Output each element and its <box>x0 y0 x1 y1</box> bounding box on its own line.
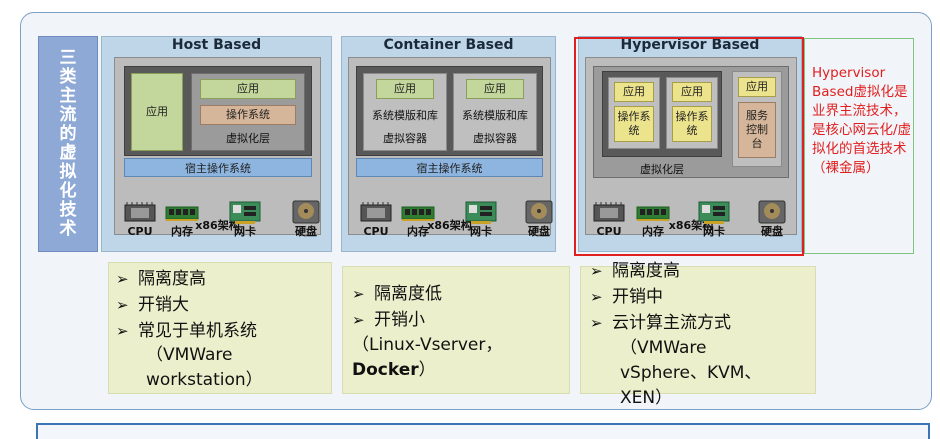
host-mem-label: 内存 <box>171 225 193 238</box>
hypervisor-example-3: XEN） <box>620 388 673 408</box>
host-mem: 内存 <box>162 199 202 238</box>
container-disk-label: 硬盘 <box>528 225 550 238</box>
host-example-1: （VMWare <box>146 345 233 365</box>
hypervisor-example-1: （VMWare <box>620 338 707 358</box>
container-based-title: Container Based <box>383 37 514 53</box>
container-nic-label: 网卡 <box>470 225 492 238</box>
arrow-icon: ➢ <box>116 322 129 340</box>
disk-icon <box>525 200 553 224</box>
cpu-icon <box>124 202 156 222</box>
hypervisor-bullet-3: ➢ 云计算主流方式 <box>590 313 731 333</box>
memory-icon <box>165 206 199 221</box>
arrow-icon: ➢ <box>590 314 603 332</box>
bottom-panel <box>36 423 930 439</box>
host-guest-stack: 应用 操作系统 虚拟化层 <box>191 73 305 151</box>
host-app-right: 应用 <box>200 79 296 99</box>
container-mem: 内存 <box>398 199 438 238</box>
arrow-icon: ➢ <box>352 311 365 329</box>
nic-icon <box>465 201 497 224</box>
host-vm-area: 应用 应用 操作系统 虚拟化层 <box>124 66 312 156</box>
container-cpu: CPU <box>356 199 396 238</box>
hypervisor-highlight-frame <box>574 37 804 256</box>
host-virt-layer: 虚拟化层 <box>226 132 270 145</box>
host-disk-label: 硬盘 <box>295 225 317 238</box>
memory-icon <box>401 206 435 221</box>
container-disk: 硬盘 <box>519 199 559 238</box>
host-based-title: Host Based <box>171 37 262 53</box>
container-1: 应用 系统模版和库 虚拟容器 <box>363 73 447 151</box>
container-mem-label: 内存 <box>407 225 429 238</box>
host-disk: 硬盘 <box>286 199 326 238</box>
cpu-icon <box>360 202 392 222</box>
arrow-icon: ➢ <box>116 296 129 314</box>
container-2-libs: 系统模版和库 <box>462 109 528 122</box>
host-cpu: CPU <box>120 199 160 238</box>
container-host-os-bar: 宿主操作系统 <box>356 158 543 177</box>
hypervisor-note: Hypervisor Based虚拟化是业界主流技术，是核心网云化/虚拟化的首选… <box>812 65 912 176</box>
arrow-icon: ➢ <box>590 262 603 280</box>
container-example-1: （Linux-Vserver， <box>352 335 503 355</box>
container-1-vc: 虚拟容器 <box>383 132 427 145</box>
host-os-bar: 宿主操作系统 <box>124 158 312 177</box>
container-cpu-label: CPU <box>363 225 389 238</box>
hypervisor-bullet-2: ➢ 开销中 <box>590 287 663 307</box>
host-bullet-2: ➢ 开销大 <box>116 295 189 315</box>
nic-icon <box>229 201 261 224</box>
container-2-vc: 虚拟容器 <box>473 132 517 145</box>
container-nic: 网卡 <box>461 199 501 238</box>
host-app-left: 应用 <box>131 73 183 151</box>
host-guest-os: 操作系统 <box>200 105 296 125</box>
host-bullet-1: ➢ 隔离度高 <box>116 269 206 289</box>
container-2-app: 应用 <box>466 79 524 99</box>
container-2: 应用 系统模版和库 虚拟容器 <box>453 73 537 151</box>
arrow-icon: ➢ <box>352 285 365 303</box>
host-bullet-3: ➢ 常见于单机系统 <box>116 321 257 341</box>
host-example-2: workstation） <box>146 370 263 390</box>
host-nic-label: 网卡 <box>234 225 256 238</box>
container-1-libs: 系统模版和库 <box>372 109 438 122</box>
container-area: 应用 系统模版和库 虚拟容器 应用 系统模版和库 虚拟容器 <box>356 66 543 156</box>
disk-icon <box>292 200 320 224</box>
side-label: 三类主流的虚拟化技术 <box>38 36 98 252</box>
container-example-2: Docker） <box>352 360 436 380</box>
arrow-icon: ➢ <box>590 288 603 306</box>
container-bullet-2: ➢ 开销小 <box>352 310 425 330</box>
container-1-app: 应用 <box>376 79 434 99</box>
hypervisor-example-2: vSphere、KVM、 <box>620 363 762 383</box>
hypervisor-bullet-1: ➢ 隔离度高 <box>590 261 680 281</box>
host-cpu-label: CPU <box>127 225 153 238</box>
container-bullet-1: ➢ 隔离度低 <box>352 284 442 304</box>
host-nic: 网卡 <box>225 199 265 238</box>
arrow-icon: ➢ <box>116 270 129 288</box>
